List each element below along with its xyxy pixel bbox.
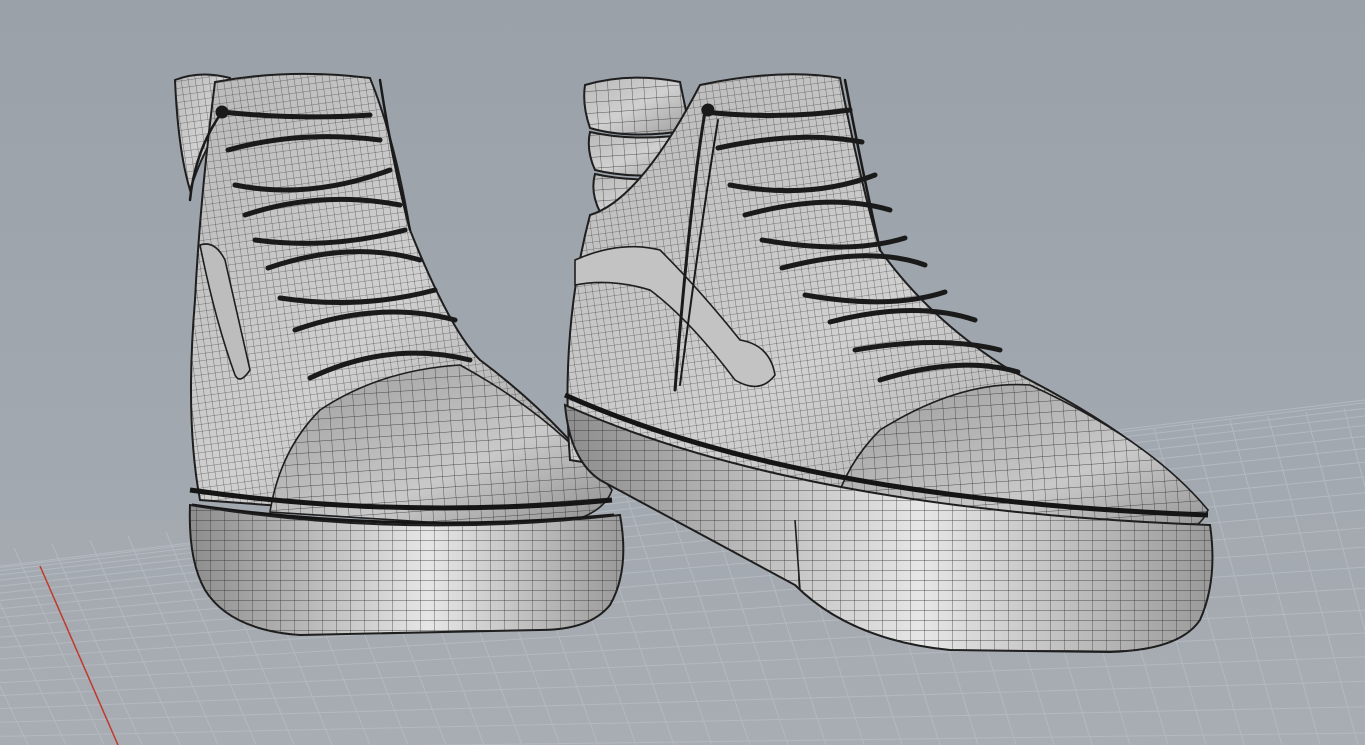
grid-line bbox=[1267, 415, 1359, 745]
grid-line bbox=[51, 543, 143, 745]
grid-line bbox=[1305, 411, 1365, 633]
grid-line bbox=[1343, 407, 1365, 489]
high-top-sneaker-right[interactable] bbox=[563, 73, 1214, 654]
grid-line bbox=[13, 547, 105, 745]
grid-line bbox=[415, 732, 1365, 745]
high-top-sneaker-left[interactable] bbox=[173, 72, 625, 637]
grid-line bbox=[0, 680, 1365, 723]
grid-line bbox=[0, 706, 1365, 737]
grid-line bbox=[0, 602, 67, 745]
viewport-canvas[interactable] bbox=[0, 0, 1365, 745]
grid-line bbox=[89, 539, 181, 745]
grid-line bbox=[1229, 419, 1321, 745]
3d-viewport[interactable] bbox=[0, 0, 1365, 745]
